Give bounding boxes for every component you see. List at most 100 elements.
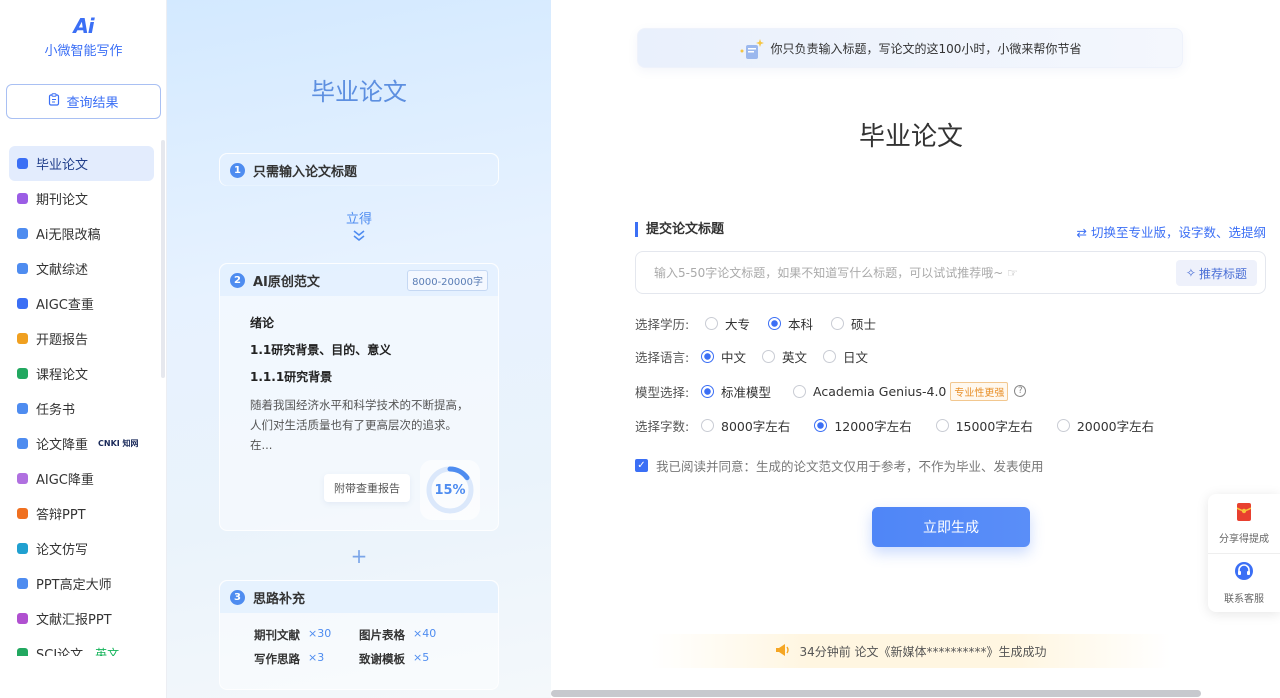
agree-text: 我已阅读并同意：生成的论文范文仅用于参考，不作为毕业、发表使用	[656, 459, 1044, 474]
wordcount-option-label: 12000字左右	[834, 418, 912, 434]
step-1-number: 1	[230, 162, 245, 178]
extra-label: 写作思路	[254, 652, 300, 666]
sidebar-item[interactable]: 文献汇报PPT	[9, 601, 154, 636]
sidebar-item[interactable]: AIGC降重	[9, 461, 154, 496]
arrow-label: 立得	[345, 212, 372, 227]
feature-panel-title: 毕业论文	[311, 78, 407, 106]
degree-option[interactable]: 本科	[768, 314, 813, 333]
sidebar-item[interactable]: PPT高定大师	[9, 566, 154, 601]
sidebar-item-icon	[17, 578, 28, 589]
sidebar-item[interactable]: 课程论文	[9, 356, 154, 391]
radio-icon	[768, 316, 782, 330]
sidebar-item-label: 文献汇报PPT	[36, 613, 112, 628]
step-1-header: 1 只需输入论文标题	[220, 154, 498, 186]
clipboard-icon	[48, 93, 60, 110]
plus-icon: +	[350, 544, 368, 568]
help-icon[interactable]: ?	[1014, 385, 1027, 397]
extra-count: ×5	[413, 651, 430, 664]
sidebar-item[interactable]: 论文仿写	[9, 531, 154, 566]
floating-panel: 分享得提成 联系客服	[1208, 494, 1280, 612]
pro-tag: 专业性更强	[950, 381, 1009, 401]
model-option-label: 标准模型	[721, 384, 772, 400]
sidebar-item-icon	[17, 298, 28, 309]
step-3-header: 3 思路补充	[220, 581, 498, 613]
extras-grid: 期刊文献 ×30 图片表格 ×40 写作思路 ×3 致谢模板 ×5	[220, 613, 498, 667]
title-input[interactable]: 输入5-50字论文标题，如果不知道写什么标题，可以试试推荐哦~ ☞ ✧ 推荐标题	[635, 251, 1266, 294]
sidebar-item-label: 论文仿写	[36, 543, 89, 558]
sidebar-item[interactable]: SCI论文 英文	[9, 636, 154, 656]
wordcount-option[interactable]: 20000字左右	[1056, 416, 1154, 435]
sample-excerpt: 绪论 1.1研究背景、目的、意义 1.1.1研究背景 随着我国经济水平和科学技术…	[220, 296, 498, 455]
model-option[interactable]: 标准模型	[701, 382, 771, 401]
sidebar-item-label: 文献综述	[36, 263, 89, 278]
extra-label: 期刊文献	[254, 628, 300, 642]
sidebar-item[interactable]: 文献综述	[9, 251, 154, 286]
sidebar-item[interactable]: 期刊论文	[9, 181, 154, 216]
sidebar-item[interactable]: 任务书	[9, 391, 154, 426]
query-results-button[interactable]: 查询结果	[6, 84, 161, 119]
language-option[interactable]: 中文	[701, 347, 746, 366]
extra-item: 致谢模板 ×5	[359, 651, 464, 667]
degree-option[interactable]: 硕士	[831, 314, 876, 333]
support-label: 联系客服	[1224, 594, 1264, 605]
app-logo[interactable]: Ai 小微智能写作	[0, 14, 167, 59]
sidebar-item[interactable]: Ai无限改稿	[9, 216, 154, 251]
language-label: 选择语言:	[635, 349, 690, 365]
sidebar-item-icon	[17, 438, 28, 449]
radio-icon	[814, 418, 828, 432]
sidebar-item-icon	[17, 508, 28, 519]
model-option-label: Academia Genius-4.0	[813, 383, 947, 399]
page-title: 毕业论文	[858, 122, 963, 152]
step-2-number: 2	[230, 272, 245, 288]
step-3-label: 思路补充	[253, 591, 306, 607]
checkmark-icon[interactable]: ✓	[635, 459, 648, 472]
agree-checkbox[interactable]: ✓ 我已阅读并同意：生成的论文范文仅用于参考，不作为毕业、发表使用	[635, 456, 1044, 475]
extra-count: ×3	[308, 651, 325, 664]
model-option[interactable]: Academia Genius-4.0	[793, 384, 946, 399]
extra-item: 图片表格 ×40	[359, 627, 464, 643]
language-option[interactable]: 英文	[762, 347, 807, 366]
sidebar-item[interactable]: 论文降重 CNKI 知网	[9, 426, 154, 461]
wordcount-option[interactable]: 15000字左右	[935, 416, 1033, 435]
share-label: 分享得提成	[1219, 533, 1269, 545]
sidebar-scrollbar[interactable]	[161, 140, 165, 378]
main-form-area: 你只负责输入标题，写论文的这100小时，小微来帮你节省 毕业论文 提交论文标题 …	[551, 0, 1280, 698]
language-option[interactable]: 日文	[823, 347, 868, 366]
wordcount-row: 选择字数: 8000字左右 12000字左右 15000字左右 20000字左右	[635, 415, 1154, 435]
degree-label: 选择学历:	[635, 316, 690, 332]
sidebar-item-label: 论文降重	[36, 438, 89, 453]
logo-mark: Ai	[73, 14, 94, 38]
switch-pro-link[interactable]: ⇄ 切换至专业版，设字数、选提纲	[1077, 222, 1266, 241]
recommend-title-button[interactable]: ✧ 推荐标题	[1175, 260, 1257, 286]
wordcount-option-label: 8000字左右	[721, 418, 791, 434]
sidebar-item[interactable]: AIGC查重	[9, 286, 154, 321]
model-row: 模型选择: 标准模型 Academia Genius-4.0 专业性更强 ?	[635, 381, 1027, 401]
extra-item: 期刊文献 ×30	[254, 627, 359, 643]
app-name: 小微智能写作	[44, 44, 123, 59]
extra-label: 致谢模板	[359, 652, 405, 666]
sidebar-item[interactable]: 开题报告	[9, 321, 154, 356]
sidebar-item-label: 课程论文	[36, 368, 89, 383]
cnki-badge: CNKI 知网	[98, 439, 139, 448]
promo-banner: 你只负责输入标题，写论文的这100小时，小微来帮你节省	[637, 28, 1183, 68]
share-button[interactable]: 分享得提成	[1208, 494, 1280, 553]
sidebar-item[interactable]: 毕业论文	[9, 146, 154, 181]
similarity-ring: 15%	[420, 460, 480, 520]
degree-option-label: 大专	[725, 316, 751, 332]
language-option-label: 日文	[843, 349, 869, 365]
generate-button[interactable]: 立即生成	[872, 507, 1030, 547]
sidebar-item-icon	[17, 193, 28, 204]
support-button[interactable]: 联系客服	[1208, 553, 1280, 612]
wordcount-option-label: 15000字左右	[955, 418, 1033, 434]
title-input-placeholder: 输入5-50字论文标题，如果不知道写什么标题，可以试试推荐哦~ ☞	[654, 266, 1018, 280]
extra-count: ×40	[413, 627, 437, 640]
extra-count: ×30	[308, 627, 332, 640]
wordcount-option[interactable]: 12000字左右	[814, 416, 912, 435]
sample-body: 随着我国经济水平和科学技术的不断提高，人们对生活质量也有了更高层次的追求。在..…	[250, 398, 469, 452]
sidebar-item[interactable]: 答辩PPT	[9, 496, 154, 531]
sparkle-document-icon	[739, 39, 764, 59]
wordcount-option[interactable]: 8000字左右	[701, 416, 790, 435]
degree-option[interactable]: 大专	[705, 314, 750, 333]
horizontal-scrollbar[interactable]	[551, 690, 1201, 697]
sidebar-item-icon	[17, 543, 28, 554]
